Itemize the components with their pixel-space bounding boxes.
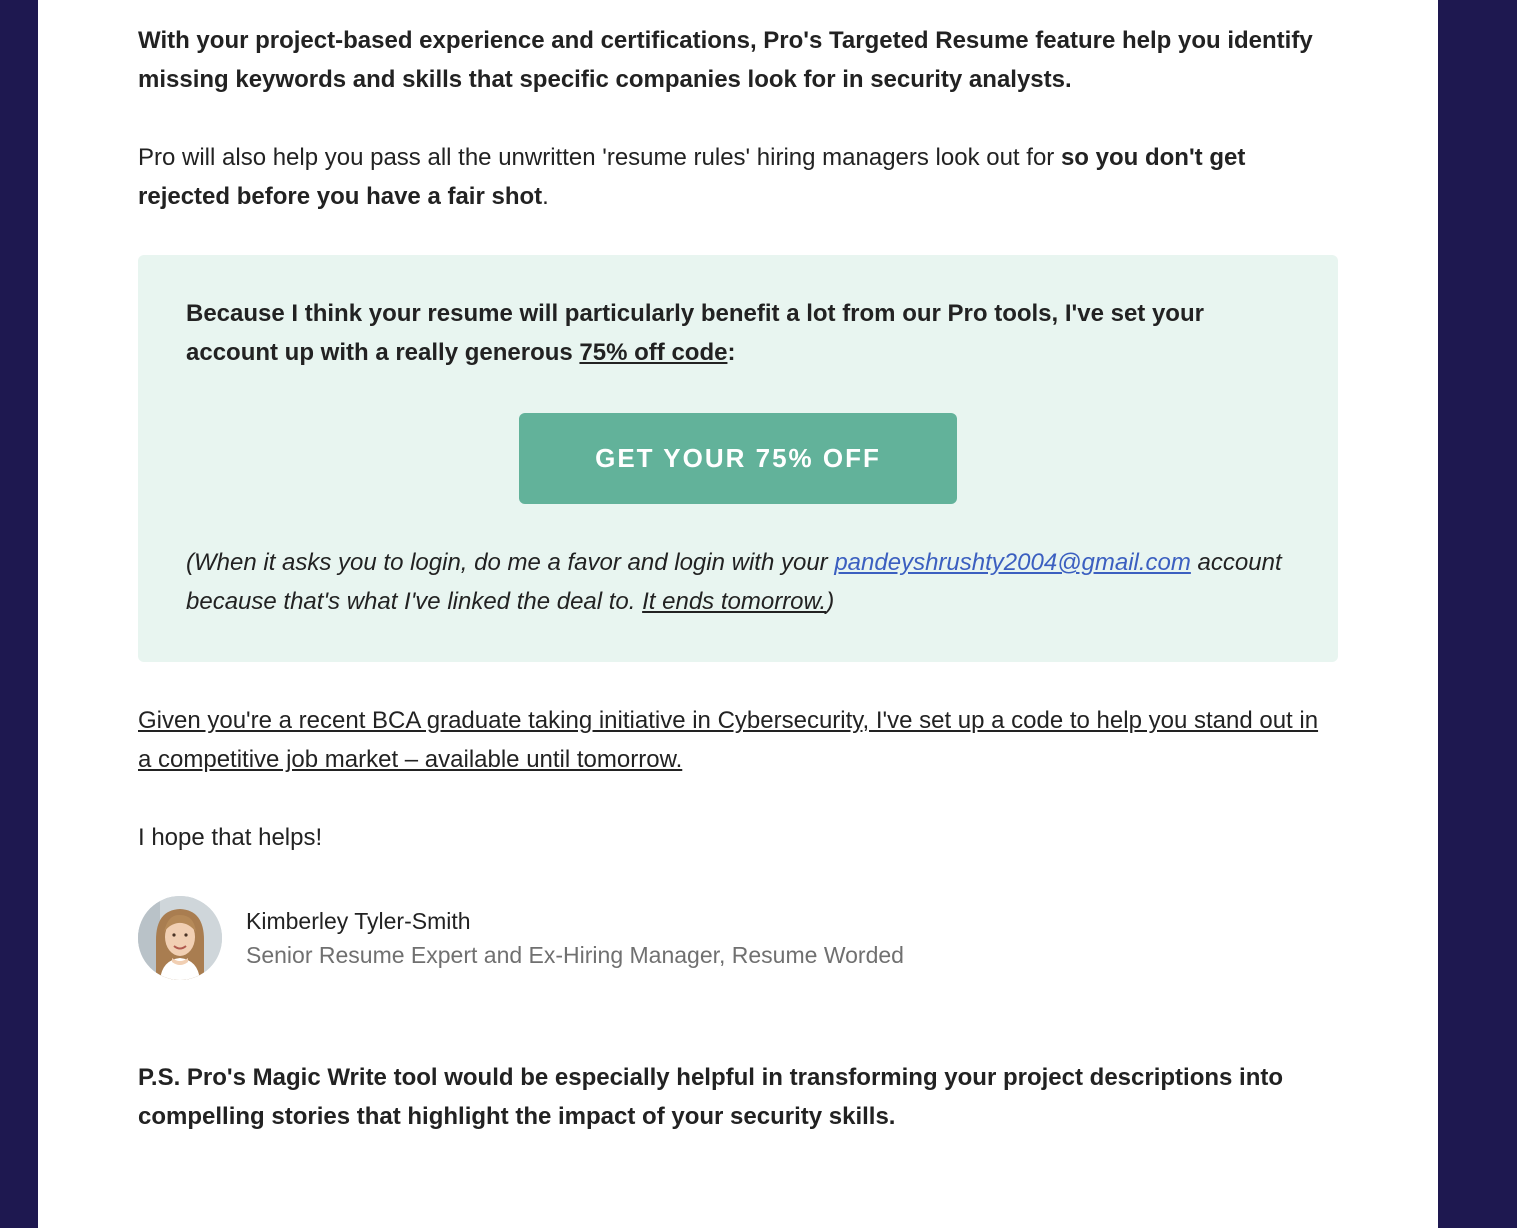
ps-paragraph: P.S. Pro's Magic Write tool would be esp… [138, 1064, 1284, 1130]
avatar [138, 896, 222, 980]
login-note-close: ) [826, 588, 835, 615]
ends-tomorrow-text: It ends tomorrow. [642, 588, 827, 615]
targeted-resume-paragraph: With your project-based experience and c… [138, 27, 1313, 93]
portrait-image [138, 896, 222, 980]
login-note-before: (When it asks you to login, do me a favo… [186, 549, 835, 576]
resume-rules-text: Pro will also help you pass all the unwr… [138, 144, 1061, 171]
email-address-link[interactable]: pandeyshrushty2004@gmail.com [834, 549, 1191, 576]
signature-name: Kimberley Tyler-Smith [246, 908, 471, 934]
closing-line: I hope that helps! [138, 824, 323, 851]
login-note: (When it asks you to login, do me a favo… [186, 543, 1306, 621]
signature-title: Senior Resume Expert and Ex-Hiring Manag… [246, 942, 904, 968]
resume-rules-paragraph: Pro will also help you pass all the unwr… [138, 138, 1338, 216]
email-sheet: With your project-based experience and c… [38, 0, 1438, 1228]
resume-rules-end: . [542, 183, 549, 210]
bca-graduate-link[interactable]: Given you're a recent BCA graduate takin… [138, 701, 1338, 779]
promo-code-text: 75% off code [579, 339, 728, 366]
promo-message: Because I think your resume will particu… [186, 294, 1296, 372]
promo-text-after: : [727, 339, 736, 366]
get-discount-button[interactable]: GET YOUR 75% OFF [519, 413, 957, 504]
